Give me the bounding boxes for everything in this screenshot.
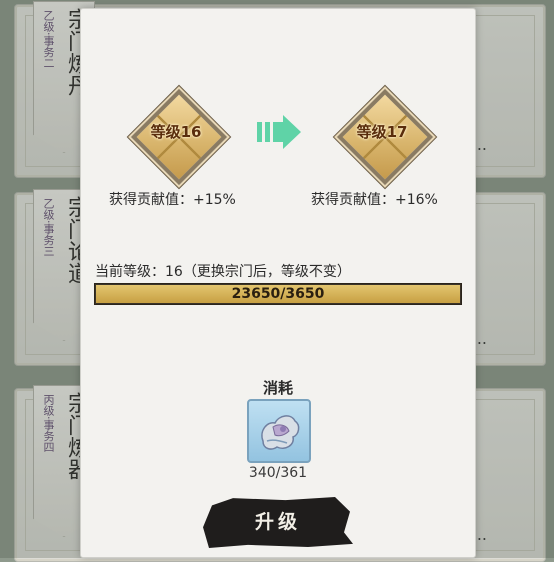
next-contribution: 获得贡献值：+16% bbox=[311, 192, 438, 208]
current-contribution: 获得贡献值：+15% bbox=[109, 192, 236, 208]
level-upgrade-modal: 等级16 等级17 获得贡献值：+15% 获得贡献值：+16% 当前等级：16（… bbox=[80, 8, 476, 558]
consume-item-count: 340/361 bbox=[248, 465, 308, 481]
next-level-label: 等级17 bbox=[356, 123, 408, 141]
experience-progress-bar: 23650/3650 bbox=[94, 283, 462, 305]
consume-item-slot[interactable] bbox=[247, 399, 311, 463]
next-arrow-icon bbox=[257, 115, 301, 149]
progress-text: 23650/3650 bbox=[231, 286, 325, 302]
current-level-label: 等级16 bbox=[150, 123, 202, 141]
current-level-info: 当前等级：16（更换宗门后，等级不变） bbox=[95, 264, 351, 280]
current-level-badge: 等级16 bbox=[130, 88, 228, 186]
next-level-badge: 等级17 bbox=[336, 88, 434, 186]
upgrade-button[interactable]: 升级 bbox=[203, 497, 353, 548]
consume-title: 消耗 bbox=[262, 379, 293, 397]
jade-scroll-icon bbox=[261, 415, 300, 450]
upgrade-button-label: 升级 bbox=[254, 511, 301, 533]
